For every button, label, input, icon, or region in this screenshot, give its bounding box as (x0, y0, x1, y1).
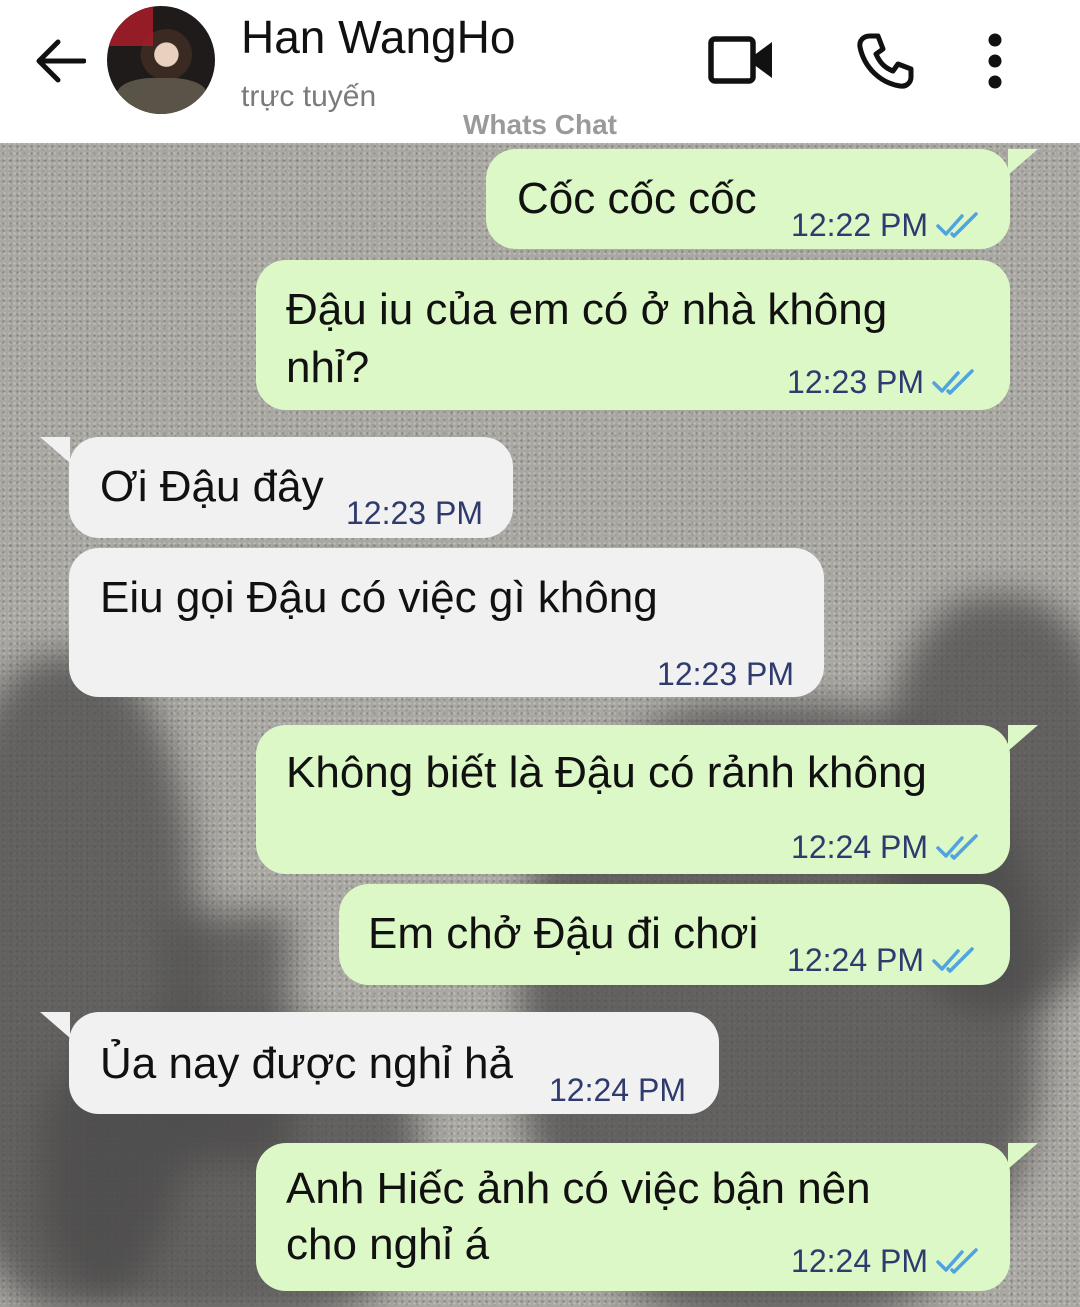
message-time: 12:24 PM (787, 942, 924, 978)
message-text: cho nghỉ á (286, 1220, 490, 1269)
message-time: 12:23 PM (346, 495, 483, 531)
double-check-icon (936, 1248, 978, 1274)
message-meta: 12:23 PM (787, 352, 976, 412)
message-bubble-outgoing[interactable]: Em chở Đậu đi chơi 12:24 PM (339, 884, 1010, 985)
message-time: 12:24 PM (791, 829, 928, 865)
message-bubble-incoming[interactable]: Eiu gọi Đậu có việc gì không 12:23 PM (69, 548, 824, 697)
chat-header: Han WangHo trực tuyến Whats Chat (0, 0, 1080, 143)
message-text: Ơi Đậu đây (100, 462, 324, 511)
message-meta: 12:23 PM (657, 644, 794, 704)
bubble-tail (1008, 725, 1038, 751)
double-check-icon (936, 834, 978, 860)
message-text: Không biết là Đậu có rảnh không (286, 748, 927, 797)
phone-icon[interactable] (856, 32, 914, 90)
message-bubble-incoming[interactable]: Ủa nay được nghỉ hả 12:24 PM (69, 1012, 719, 1114)
message-time: 12:24 PM (791, 1243, 928, 1279)
message-meta: 12:24 PM (549, 1060, 686, 1120)
message-meta: 12:24 PM (791, 817, 980, 877)
chat-area[interactable]: Cốc cốc cốc 12:22 PM Đậu iu của em có ở … (0, 143, 1080, 1307)
bubble-tail (40, 437, 70, 463)
message-bubble-outgoing[interactable]: Anh Hiếc ảnh có việc bận nên cho nghỉ á … (256, 1143, 1010, 1291)
message-text: Ủa nay được nghỉ hả (100, 1039, 513, 1088)
watermark: Whats Chat (463, 109, 617, 140)
double-check-icon (932, 369, 974, 395)
message-time: 12:23 PM (787, 364, 924, 400)
message-bubble-outgoing[interactable]: Cốc cốc cốc 12:22 PM (486, 149, 1010, 249)
avatar[interactable] (107, 6, 215, 114)
message-bubble-incoming[interactable]: Ơi Đậu đây 12:23 PM (69, 437, 513, 538)
bubble-tail (40, 1012, 70, 1038)
message-text: nhỉ? (286, 343, 370, 392)
more-vertical-icon[interactable] (982, 32, 1008, 90)
message-meta: 12:23 PM (346, 483, 483, 543)
double-check-icon (932, 947, 974, 973)
contact-status: trực tuyến (241, 80, 377, 113)
double-check-icon (936, 212, 978, 238)
message-text: Eiu gọi Đậu có việc gì không (100, 573, 658, 622)
contact-name[interactable]: Han WangHo (241, 10, 515, 64)
message-text: Em chở Đậu đi chơi (368, 909, 759, 958)
video-camera-icon[interactable] (708, 34, 774, 86)
message-text: Anh Hiếc ảnh có việc bận nên (286, 1164, 871, 1213)
message-text: Đậu iu của em có ở nhà không (286, 285, 888, 334)
bubble-tail (1008, 1143, 1038, 1169)
message-time: 12:23 PM (657, 656, 794, 692)
arrow-left-icon[interactable] (34, 38, 86, 84)
message-time: 12:22 PM (791, 207, 928, 243)
message-text: Cốc cốc cốc (517, 174, 757, 223)
message-bubble-outgoing[interactable]: Không biết là Đậu có rảnh không 12:24 PM (256, 725, 1010, 874)
message-meta: 12:24 PM (787, 930, 976, 990)
message-time: 12:24 PM (549, 1072, 686, 1108)
message-meta: 12:24 PM (791, 1231, 980, 1291)
message-meta: 12:22 PM (791, 195, 980, 255)
message-bubble-outgoing[interactable]: Đậu iu của em có ở nhà không nhỉ? 12:23 … (256, 260, 1010, 410)
bubble-tail (1008, 149, 1038, 175)
